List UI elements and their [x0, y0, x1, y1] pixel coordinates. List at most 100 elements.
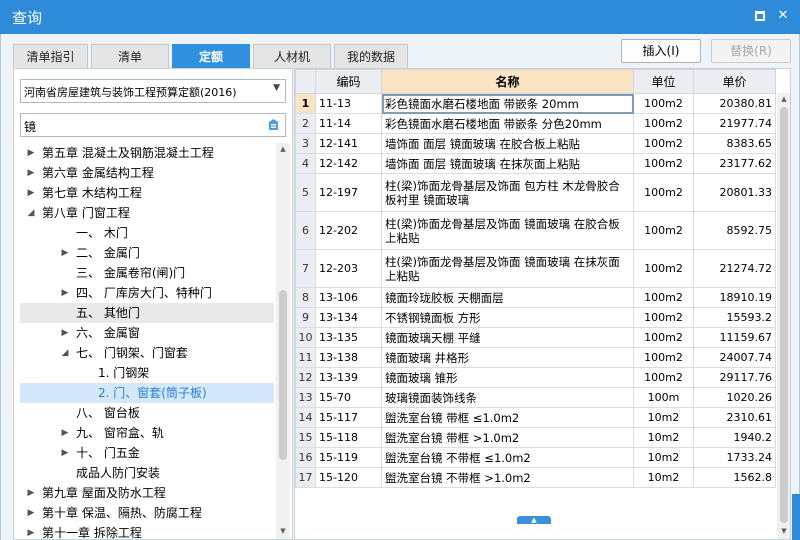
table-row[interactable]: 3 12-141 墙饰面 面层 镜面玻璃 在胶合板上粘贴 100m2 8383.65: [295, 133, 776, 154]
code-cell[interactable]: 12-203: [315, 249, 382, 288]
code-cell[interactable]: 11-13: [315, 93, 382, 114]
name-cell[interactable]: 镜面玻璃 井格形: [381, 347, 634, 368]
row-number[interactable]: 10: [295, 327, 316, 348]
grid-scrollbar-thumb[interactable]: [780, 107, 788, 523]
table-row[interactable]: 10 13-135 镜面玻璃天棚 平缝 100m2 11159.67: [295, 327, 776, 348]
table-row[interactable]: 11 13-138 镜面玻璃 井格形 100m2 24007.74: [295, 347, 776, 368]
table-row[interactable]: 4 12-142 墙饰面 面层 镜面玻璃 在抹灰面上粘贴 100m2 23177.62: [295, 153, 776, 174]
tree-item[interactable]: 八、 窗台板: [20, 403, 274, 423]
table-row[interactable]: 9 13-134 不锈钢镜面板 方形 100m2 15593.2: [295, 307, 776, 328]
table-row[interactable]: 13 15-70 玻璃镜面装饰线条 100m 1020.26: [295, 387, 776, 408]
tree-item[interactable]: 一、 木门: [20, 223, 274, 243]
header-name[interactable]: 名称: [381, 69, 634, 94]
code-cell[interactable]: 15-118: [315, 427, 382, 448]
row-number[interactable]: 6: [295, 211, 316, 250]
header-code[interactable]: 编码: [315, 69, 382, 94]
table-row[interactable]: 7 12-203 柱(梁)饰面龙骨基层及饰面 镜面玻璃 在抹灰面上粘贴 100m2 21…: [295, 249, 776, 288]
name-cell[interactable]: 镜面玲珑胶板 天棚面层: [381, 287, 634, 308]
code-cell[interactable]: 15-119: [315, 447, 382, 468]
grid-scrollbar[interactable]: ▲ ▼: [777, 93, 790, 539]
row-number[interactable]: 14: [295, 407, 316, 428]
tab-bill[interactable]: 清单: [91, 44, 169, 68]
price-cell[interactable]: 2310.61: [693, 407, 776, 428]
unit-cell[interactable]: 100m2: [633, 249, 694, 288]
collapse-arrow-icon[interactable]: ◢: [26, 203, 36, 223]
row-number[interactable]: 11: [295, 347, 316, 368]
unit-cell[interactable]: 10m2: [633, 427, 694, 448]
expand-arrow-icon[interactable]: ▶: [26, 523, 36, 539]
scroll-up-icon[interactable]: ▲: [277, 145, 289, 153]
price-cell[interactable]: 8383.65: [693, 133, 776, 154]
row-number[interactable]: 7: [295, 249, 316, 288]
code-cell[interactable]: 13-139: [315, 367, 382, 388]
tree-item[interactable]: 2. 门、窗套(筒子板): [20, 383, 274, 403]
code-cell[interactable]: 12-202: [315, 211, 382, 250]
code-cell[interactable]: 15-120: [315, 467, 382, 488]
unit-cell[interactable]: 100m2: [633, 307, 694, 328]
table-row[interactable]: 12 13-139 镜面玻璃 锥形 100m2 29117.76: [295, 367, 776, 388]
insert-button[interactable]: 插入(I): [621, 39, 701, 63]
expand-arrow-icon[interactable]: ▶: [26, 143, 36, 163]
expand-arrow-icon[interactable]: ▶: [60, 243, 70, 263]
code-cell[interactable]: 12-142: [315, 153, 382, 174]
unit-cell[interactable]: 10m2: [633, 407, 694, 428]
unit-cell[interactable]: 10m2: [633, 467, 694, 488]
tree-item[interactable]: 三、 金属卷帘(闸)门: [20, 263, 274, 283]
tree-item[interactable]: ▶ 九、 窗帘盒、轨: [20, 423, 274, 443]
table-row[interactable]: 8 13-106 镜面玲珑胶板 天棚面层 100m2 18910.19: [295, 287, 776, 308]
name-cell[interactable]: 墙饰面 面层 镜面玻璃 在抹灰面上粘贴: [381, 153, 634, 174]
row-number[interactable]: 5: [295, 173, 316, 212]
name-cell[interactable]: 不锈钢镜面板 方形: [381, 307, 634, 328]
name-cell[interactable]: 彩色镜面水磨石楼地面 带嵌条 分色20mm: [381, 113, 634, 134]
replace-button[interactable]: 替换(R): [711, 39, 791, 63]
tree-item[interactable]: 1. 门钢架: [20, 363, 274, 383]
name-cell[interactable]: 镜面玻璃 锥形: [381, 367, 634, 388]
row-number[interactable]: 17: [295, 467, 316, 488]
price-cell[interactable]: 29117.76: [693, 367, 776, 388]
name-cell[interactable]: 柱(梁)饰面龙骨基层及饰面 包方柱 木龙骨胶合板衬里 镜面玻璃: [381, 173, 634, 212]
filter-icon[interactable]: [267, 118, 280, 132]
tree-item[interactable]: ▶ 第十一章 拆除工程: [20, 523, 274, 539]
price-cell[interactable]: 21977.74: [693, 113, 776, 134]
name-cell[interactable]: 盥洗室台镜 带框 >1.0m2: [381, 427, 634, 448]
row-number[interactable]: 12: [295, 367, 316, 388]
row-number[interactable]: 3: [295, 133, 316, 154]
tab-my-data[interactable]: 我的数据: [334, 44, 408, 68]
tree-scrollbar[interactable]: ▲ ▼: [276, 143, 290, 539]
unit-cell[interactable]: 100m2: [633, 153, 694, 174]
tree-item[interactable]: ▶ 四、 厂库房大门、特种门: [20, 283, 274, 303]
name-cell[interactable]: 柱(梁)饰面龙骨基层及饰面 镜面玻璃 在抹灰面上粘贴: [381, 249, 634, 288]
tab-bill-guide[interactable]: 清单指引: [13, 44, 88, 68]
table-row[interactable]: 14 15-117 盥洗室台镜 带框 ≤1.0m2 10m2 2310.61: [295, 407, 776, 428]
tree-item[interactable]: 五、 其他门: [20, 303, 274, 323]
quota-library-select[interactable]: 河南省房屋建筑与装饰工程预算定额(2016) ▼: [20, 79, 286, 103]
code-cell[interactable]: 15-117: [315, 407, 382, 428]
name-cell[interactable]: 玻璃镜面装饰线条: [381, 387, 634, 408]
header-unit[interactable]: 单位: [633, 69, 694, 94]
table-row[interactable]: 6 12-202 柱(梁)饰面龙骨基层及饰面 镜面玻璃 在胶合板上粘贴 100m2 85…: [295, 211, 776, 250]
tree-scrollbar-thumb[interactable]: [279, 290, 287, 460]
collapse-arrow-icon[interactable]: ◢: [60, 343, 70, 363]
name-cell[interactable]: 盥洗室台镜 带框 ≤1.0m2: [381, 407, 634, 428]
unit-cell[interactable]: 100m2: [633, 327, 694, 348]
row-number[interactable]: 4: [295, 153, 316, 174]
expand-arrow-icon[interactable]: ▶: [60, 443, 70, 463]
expand-arrow-icon[interactable]: ▶: [26, 503, 36, 523]
name-cell[interactable]: 盥洗室台镜 不带框 >1.0m2: [381, 467, 634, 488]
tree-item[interactable]: ▶ 第七章 木结构工程: [20, 183, 274, 203]
tree-item[interactable]: ▶ 第六章 金属结构工程: [20, 163, 274, 183]
row-number[interactable]: 15: [295, 427, 316, 448]
price-cell[interactable]: 1940.2: [693, 427, 776, 448]
scroll-up-icon[interactable]: ▲: [778, 95, 790, 103]
row-number[interactable]: 8: [295, 287, 316, 308]
price-cell[interactable]: 18910.19: [693, 287, 776, 308]
search-input[interactable]: 镜: [20, 113, 286, 137]
code-cell[interactable]: 13-106: [315, 287, 382, 308]
code-cell[interactable]: 13-135: [315, 327, 382, 348]
tree-item[interactable]: ▶ 六、 金属窗: [20, 323, 274, 343]
tab-labor-material-machine[interactable]: 人材机: [253, 44, 331, 68]
price-cell[interactable]: 1020.26: [693, 387, 776, 408]
price-cell[interactable]: 24007.74: [693, 347, 776, 368]
code-cell[interactable]: 13-138: [315, 347, 382, 368]
row-number[interactable]: 2: [295, 113, 316, 134]
